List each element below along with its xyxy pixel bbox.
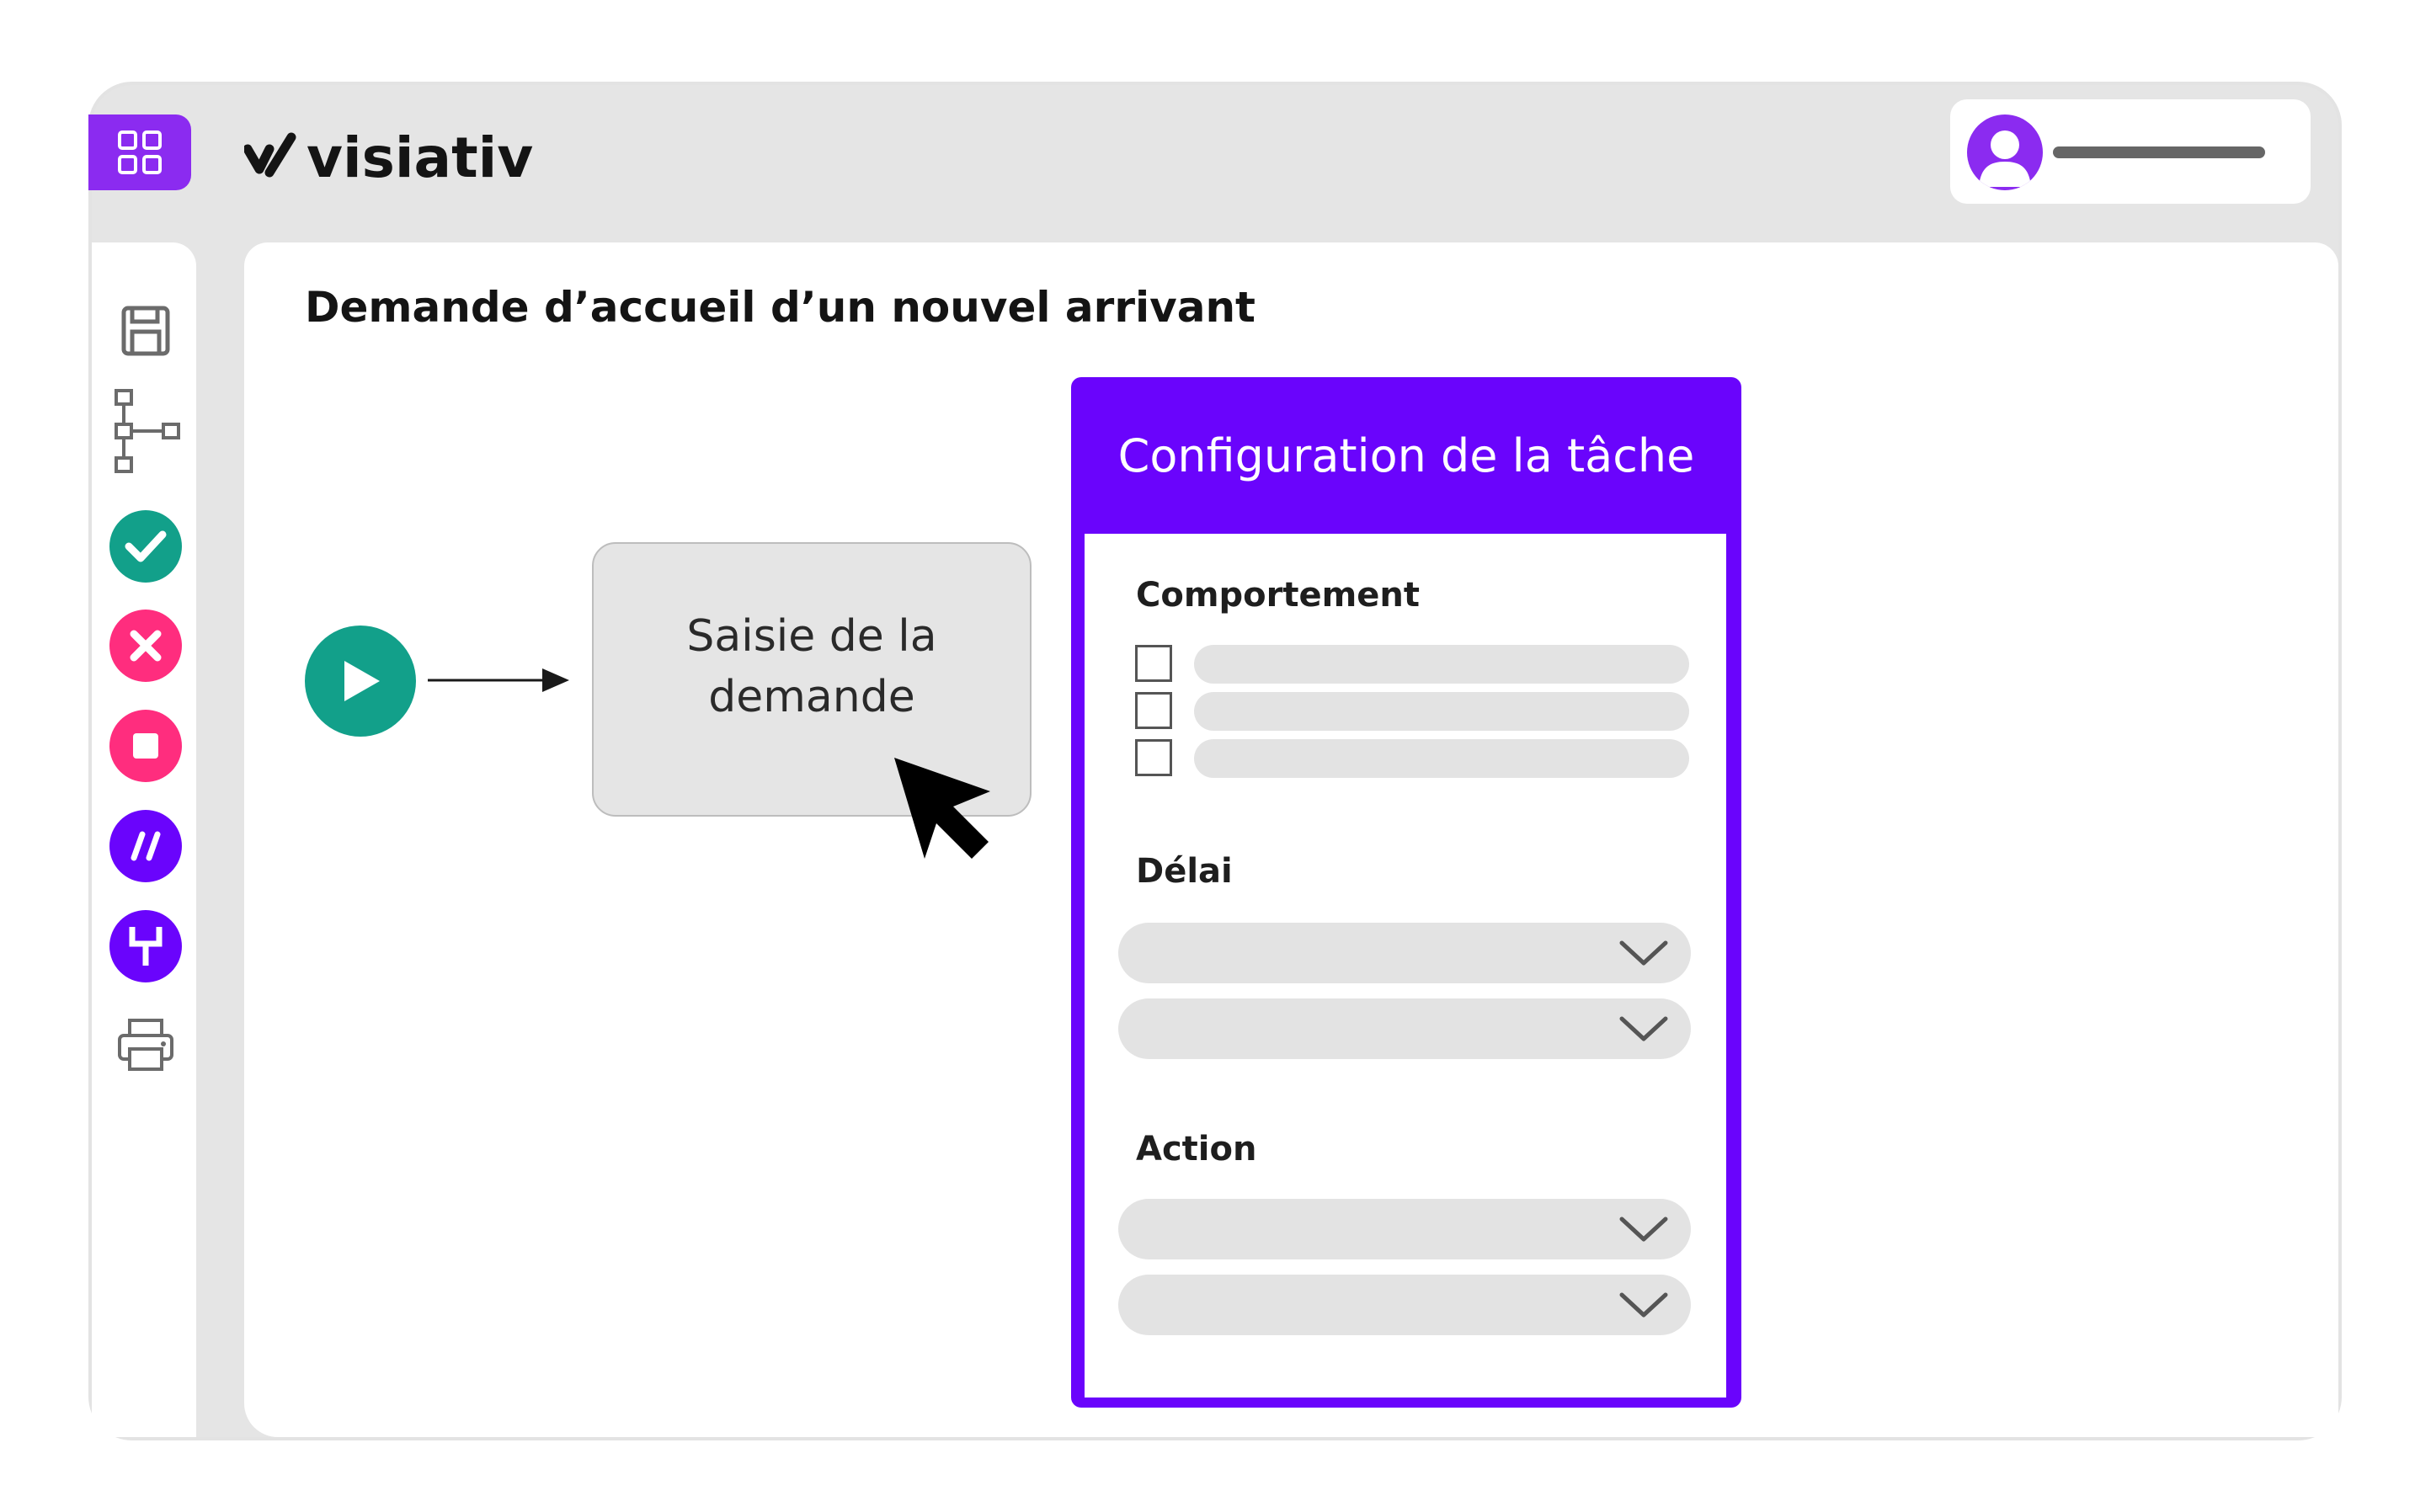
- action-select-2[interactable]: [1118, 1275, 1691, 1335]
- behavior-section-label: Comportement: [1136, 576, 1421, 615]
- sidebar: [92, 242, 196, 1437]
- option-label-placeholder: [1194, 692, 1689, 731]
- config-panel-title: Configuration de la tâche: [1117, 429, 1695, 482]
- grid-icon: [118, 130, 162, 174]
- task-config-panel: Configuration de la tâche Comportement D…: [1071, 377, 1741, 1408]
- brand-logo: visiativ: [244, 120, 533, 195]
- chevron-down-icon: [1619, 1292, 1668, 1318]
- page-title: Demande d’accueil d’un nouvel arrivant: [305, 283, 1255, 332]
- workflow-tree-icon[interactable]: [107, 384, 188, 478]
- checkbox[interactable]: [1135, 645, 1172, 682]
- chevron-down-icon: [1619, 1016, 1668, 1041]
- slashes-circle-icon[interactable]: [109, 810, 182, 882]
- option-label-placeholder: [1194, 739, 1689, 778]
- user-menu[interactable]: [1950, 99, 2311, 204]
- mouse-cursor-icon: [894, 758, 990, 859]
- merge-circle-icon[interactable]: [109, 910, 182, 982]
- checkbox[interactable]: [1135, 692, 1172, 729]
- chevron-down-icon: [1619, 1217, 1668, 1242]
- printer-icon[interactable]: [109, 1009, 182, 1081]
- task-node-label: Saisie de la demande: [686, 611, 937, 722]
- connector-arrow: [428, 668, 569, 692]
- check-circle-icon[interactable]: [109, 510, 182, 583]
- floppy-disk-icon[interactable]: [109, 295, 182, 367]
- stop-circle-icon[interactable]: [109, 710, 182, 782]
- option-label-placeholder: [1194, 645, 1689, 684]
- chevron-down-icon: [1619, 940, 1668, 966]
- play-icon: [344, 661, 380, 701]
- action-section-label: Action: [1136, 1130, 1257, 1169]
- behavior-option-3[interactable]: [1135, 739, 1691, 781]
- user-name-placeholder: [2053, 146, 2265, 158]
- apps-menu-button[interactable]: [88, 114, 191, 190]
- behavior-option-1[interactable]: [1135, 645, 1691, 687]
- delay-select-1[interactable]: [1118, 923, 1691, 983]
- start-node[interactable]: [305, 626, 416, 737]
- visiativ-logo-icon: [244, 132, 296, 178]
- user-avatar-icon[interactable]: [1967, 114, 2043, 190]
- delay-section-label: Délai: [1136, 852, 1233, 891]
- action-select-1[interactable]: [1118, 1199, 1691, 1259]
- delay-select-2[interactable]: [1118, 998, 1691, 1059]
- behavior-option-2[interactable]: [1135, 692, 1691, 734]
- checkbox[interactable]: [1135, 739, 1172, 776]
- brand-name: visiativ: [307, 125, 534, 190]
- config-panel-body: Comportement Délai Action: [1085, 534, 1726, 1398]
- x-circle-icon[interactable]: [109, 610, 182, 682]
